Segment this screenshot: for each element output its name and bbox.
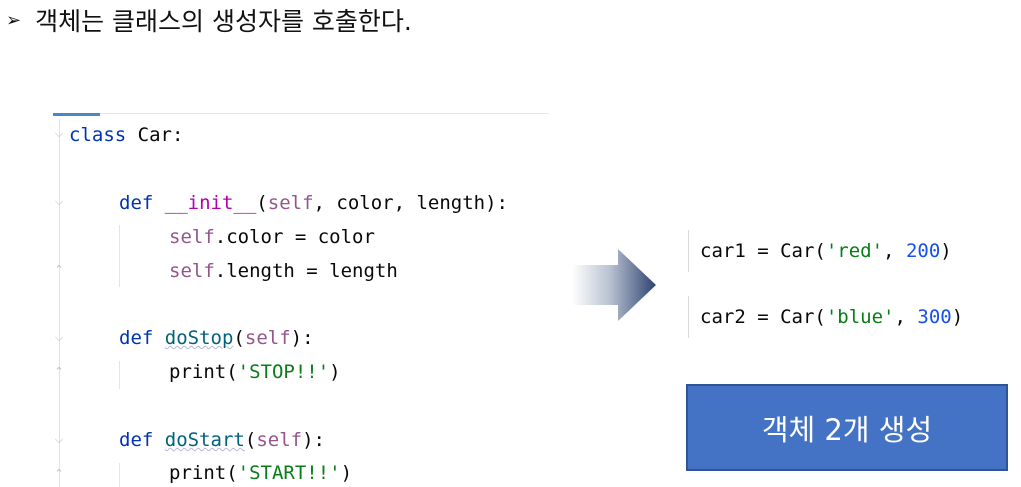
fold-marker-icon[interactable]: ⌵ bbox=[53, 195, 65, 209]
fold-marker-icon[interactable]: ⌃ bbox=[53, 365, 65, 379]
fold-marker-icon[interactable]: ⌵ bbox=[53, 127, 65, 141]
snippet-gutter-bar bbox=[688, 296, 689, 338]
code-line-class[interactable]: class Car: bbox=[69, 122, 183, 148]
slide-heading: ➢ 객체는 클래스의 생성자를 호출한다. bbox=[6, 0, 412, 40]
bullet-arrow-icon: ➢ bbox=[6, 9, 22, 31]
result-label-text: 객체 2개 생성 bbox=[761, 412, 933, 447]
fold-marker-icon[interactable]: ⌃ bbox=[53, 467, 65, 481]
editor-active-tab-indicator bbox=[53, 113, 100, 116]
code-line-def-init[interactable]: def __init__(self, color, length): bbox=[119, 190, 508, 216]
code-line-def-dostop[interactable]: def doStop(self): bbox=[119, 325, 314, 351]
code-snippet-car2: car2 = Car('blue', 300) bbox=[688, 296, 1008, 338]
heading-text: 객체는 클래스의 생성자를 호출한다. bbox=[35, 7, 412, 36]
indent-guide bbox=[119, 361, 120, 389]
fold-marker-icon[interactable]: ⌵ bbox=[53, 433, 65, 447]
result-label-box: 객체 2개 생성 bbox=[686, 384, 1008, 471]
code-line-car1[interactable]: car1 = Car('red', 200) bbox=[700, 238, 952, 264]
code-line-def-dostart[interactable]: def doStart(self): bbox=[119, 427, 325, 453]
editor-top-border bbox=[53, 113, 549, 114]
gradient-right-arrow-icon bbox=[572, 247, 658, 323]
code-line-assign-length[interactable]: self.length = length bbox=[169, 258, 398, 284]
indent-guide bbox=[119, 225, 120, 287]
fold-marker-icon[interactable]: ⌃ bbox=[53, 263, 65, 277]
indent-guide bbox=[119, 463, 120, 487]
code-snippet-car1: car1 = Car('red', 200) bbox=[688, 230, 1008, 272]
gutter-divider bbox=[59, 119, 60, 487]
code-editor-panel: ⌵ ⌵ ⌃ ⌵ ⌃ ⌵ ⌃ class Car: def __init__(se… bbox=[53, 113, 549, 487]
code-line-car2[interactable]: car2 = Car('blue', 300) bbox=[700, 304, 963, 330]
code-line-assign-color[interactable]: self.color = color bbox=[169, 224, 375, 250]
code-line-print-start[interactable]: print('START!!') bbox=[169, 460, 352, 486]
code-line-print-stop[interactable]: print('STOP!!') bbox=[169, 359, 341, 385]
snippet-gutter-bar bbox=[688, 230, 689, 272]
fold-marker-icon[interactable]: ⌵ bbox=[53, 331, 65, 345]
